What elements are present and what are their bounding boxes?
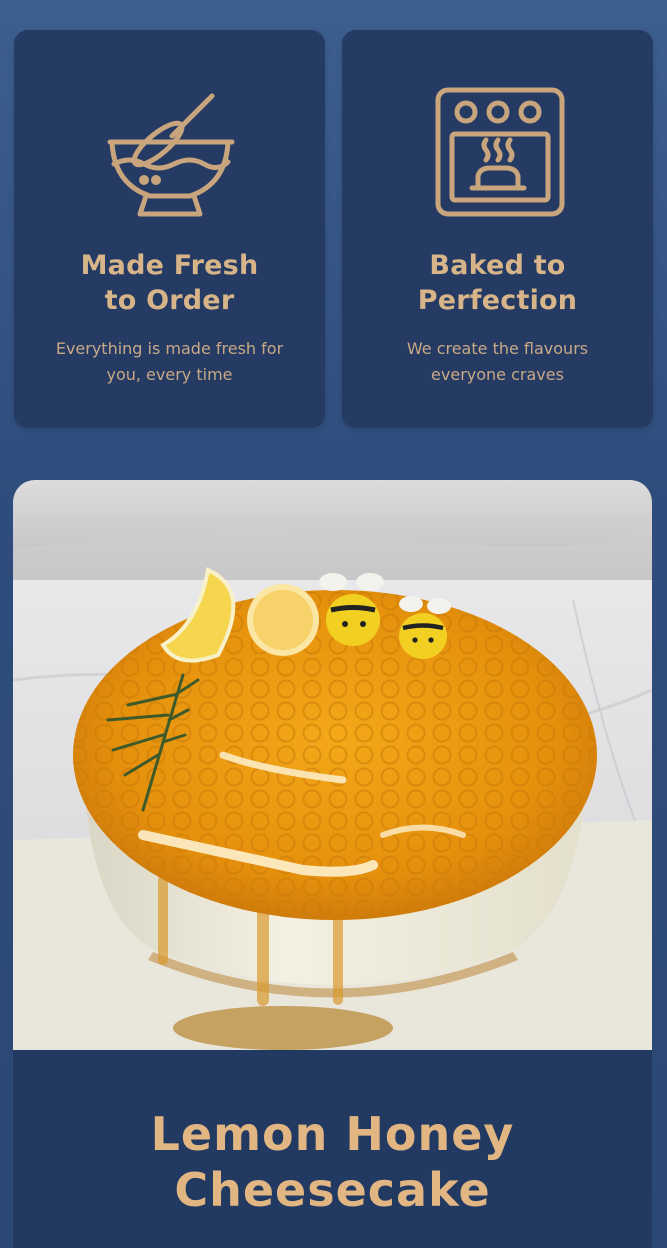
feature-desc-line2: everyone craves [431,365,564,384]
mixing-bowl-whisk-icon [107,93,234,217]
product-card[interactable]: Lemon Honey Cheesecake [13,480,652,1248]
feature-title-line2: to Order [104,285,235,316]
feature-title-line1: Baked to [429,250,566,281]
feature-card-made-fresh: Made Fresh to Order Everything is made f… [14,30,325,428]
cheesecake-photo [13,480,652,1050]
feature-desc-line2: you, every time [106,365,233,384]
feature-title: Baked to Perfection [368,248,628,318]
feature-desc-line1: We create the flavours [406,339,589,358]
feature-card-baked-perfection: Baked to Perfection We create the flavou… [342,30,653,428]
product-name-line1: Lemon Honey [150,1107,515,1161]
feature-title-line2: Perfection [417,285,578,316]
feature-description: We create the flavours everyone craves [368,336,628,388]
feature-title: Made Fresh to Order [40,248,300,318]
product-name-line2: Cheesecake [174,1163,491,1217]
product-name[interactable]: Lemon Honey Cheesecake [13,1106,652,1218]
feature-description: Everything is made fresh for you, every … [40,336,300,388]
features-row: Made Fresh to Order Everything is made f… [14,30,653,428]
feature-desc-line1: Everything is made fresh for [55,339,284,358]
feature-title-line1: Made Fresh [80,250,259,281]
oven-cake-icon [435,87,564,217]
